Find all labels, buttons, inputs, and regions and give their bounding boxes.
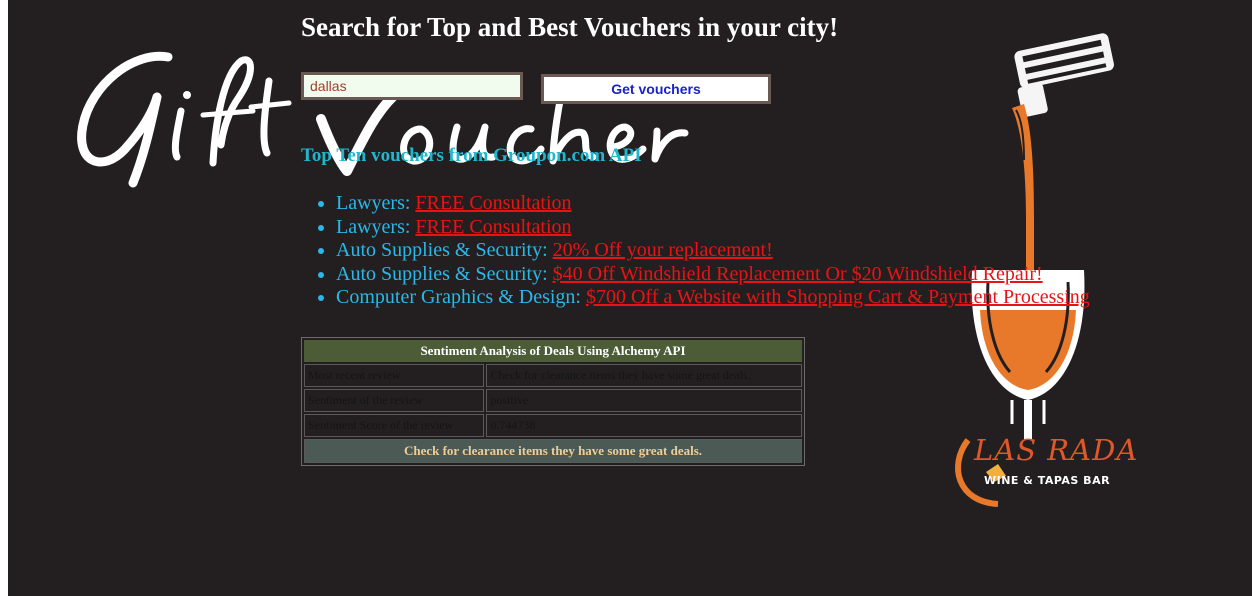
row-value: positive [486, 389, 802, 412]
voucher-list: Lawyers: FREE Consultation Lawyers: FREE… [296, 192, 1090, 310]
get-vouchers-button[interactable]: Get vouchers [541, 74, 771, 104]
voucher-list-item: Lawyers: FREE Consultation [336, 216, 1090, 240]
voucher-category: Lawyers: [336, 215, 411, 238]
voucher-deal-link[interactable]: $40 Off Windshield Replacement Or $20 Wi… [553, 263, 1043, 285]
voucher-list-item: Auto Supplies & Security: $40 Off Windsh… [336, 263, 1090, 287]
voucher-category: Computer Graphics & Design: [336, 286, 581, 308]
voucher-deal-link[interactable]: FREE Consultation [415, 192, 571, 214]
row-value: Check for clearance items they have some… [486, 364, 802, 387]
sentiment-table-title: Sentiment Analysis of Deals Using Alchem… [304, 340, 802, 362]
gift-voucher-logo [77, 51, 689, 188]
voucher-category: Auto Supplies & Security: [336, 262, 548, 285]
row-value: 0.744738 [486, 414, 802, 437]
voucher-list-item: Auto Supplies & Security: 20% Off your r… [336, 239, 1090, 263]
voucher-category: Auto Supplies & Security: [336, 239, 548, 261]
voucher-deal-link[interactable]: FREE Consultation [415, 216, 571, 238]
page-headline: Search for Top and Best Vouchers in your… [301, 12, 839, 42]
voucher-list-item: Lawyers: FREE Consultation [336, 192, 1090, 216]
city-search-input[interactable] [301, 72, 523, 100]
table-row: Sentiment of the review positive [304, 389, 802, 412]
vouchers-section-title: Top Ten vouchers from Groupon.com API [301, 145, 642, 166]
table-row: Most recent review Check for clearance i… [304, 364, 802, 387]
table-row: Sentiment Score of the review 0.744738 [304, 414, 802, 437]
page: LAS RADA WINE & TAPAS BAR Search for Top… [8, 0, 1252, 596]
row-label: Sentiment Score of the review [304, 414, 485, 437]
row-label: Most recent review [304, 364, 485, 387]
voucher-category: Lawyers: [336, 192, 411, 214]
sentiment-summary: Check for clearance items they have some… [304, 439, 802, 463]
brand-tagline: WINE & TAPAS BAR [984, 474, 1111, 487]
row-label: Sentiment of the review [304, 389, 485, 412]
brand-name: LAS RADA [974, 433, 1139, 467]
voucher-deal-link[interactable]: $700 Off a Website with Shopping Cart & … [586, 286, 1090, 308]
sentiment-analysis-table: Sentiment Analysis of Deals Using Alchem… [301, 337, 805, 466]
table-summary-row: Check for clearance items they have some… [304, 439, 802, 463]
voucher-deal-link[interactable]: 20% Off your replacement! [553, 239, 773, 261]
table-header-row: Sentiment Analysis of Deals Using Alchem… [304, 340, 802, 362]
voucher-list-item: Computer Graphics & Design: $700 Off a W… [336, 286, 1090, 310]
